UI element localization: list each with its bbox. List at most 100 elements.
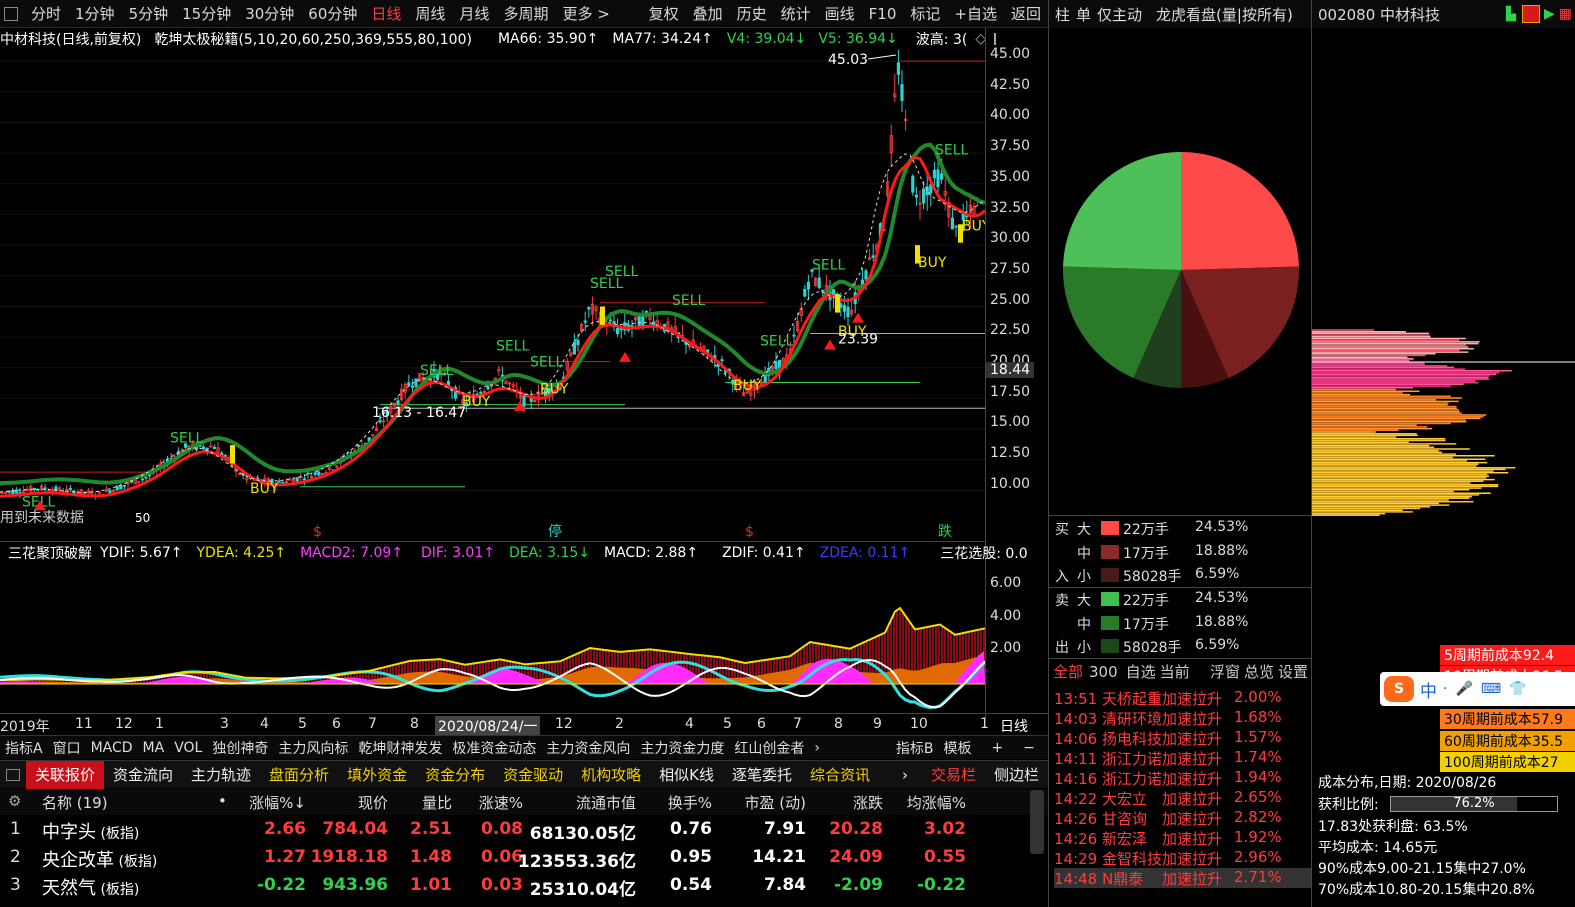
col-pe[interactable]: 市盈 (动) xyxy=(745,792,806,813)
settings[interactable]: 设置 xyxy=(1278,661,1308,682)
col-vol-ratio[interactable]: 量比 xyxy=(422,792,452,813)
period-tab[interactable]: 周线 xyxy=(408,3,452,24)
dragon-tiger-view[interactable]: 龙虎看盘(量|按所有) xyxy=(1156,4,1293,25)
alert-item[interactable]: 14:48 N鼎泰 加速拉升 2.71% xyxy=(1054,868,1312,888)
overview[interactable]: 总览 xyxy=(1244,661,1274,682)
alert-item[interactable]: 14:26 甘咨询 加速拉升 2.82% xyxy=(1054,808,1314,828)
table-scrollbar[interactable] xyxy=(1030,790,1044,854)
red-box-icon[interactable] xyxy=(1521,5,1540,23)
tool-stats[interactable]: 统计 xyxy=(774,3,818,24)
col-avg[interactable]: 均涨幅% xyxy=(907,792,966,813)
tool-f10[interactable]: F10 xyxy=(862,5,904,23)
event-marker[interactable]: 停 xyxy=(548,523,562,540)
col-price[interactable]: 现价 xyxy=(358,792,388,813)
event-marker[interactable]: $ xyxy=(745,524,754,540)
indicator-name[interactable]: 三花聚顶破解 xyxy=(8,543,92,563)
ind-tab-b[interactable]: 指标B xyxy=(891,738,939,758)
ind-tab[interactable]: 红山创金者 xyxy=(729,738,809,758)
menu-icon[interactable] xyxy=(4,6,18,21)
mode-active-only[interactable]: 仅主动 xyxy=(1097,4,1142,25)
ime-toolbar[interactable]: S 中 · 🎤 ⌨ 👕 xyxy=(1380,672,1575,706)
minimize-icon[interactable] xyxy=(6,768,20,781)
settings-gear-icon[interactable]: ⚙ xyxy=(8,792,21,810)
col-change[interactable]: 涨幅%↓ xyxy=(249,792,306,813)
alert-item[interactable]: 14:22 大宏立 加速拉升 2.65% xyxy=(1054,788,1314,808)
ind-tab[interactable]: 极准资金动态 xyxy=(447,738,541,758)
tab-related-quote[interactable]: 关联报价 xyxy=(26,760,105,789)
col-speed[interactable]: 涨速% xyxy=(479,792,523,813)
tab-next-icon[interactable]: › xyxy=(893,761,917,789)
float-window[interactable]: 浮窗 xyxy=(1210,661,1240,682)
table-row[interactable]: 1 中字头 (板指) 2.66 784.04 2.51 0.08 68130.05亿 0.76… xyxy=(0,816,1048,844)
tool-overlay[interactable]: 叠加 xyxy=(686,3,730,24)
ime-punct[interactable]: · xyxy=(1443,681,1447,697)
period-tab[interactable]: 多周期 xyxy=(496,3,555,24)
alert-item[interactable]: 14:03 清研环境 加速拉升 1.68% xyxy=(1054,708,1314,728)
ind-tab[interactable]: 主力资金风向 xyxy=(541,738,635,758)
indicator-title[interactable]: 乾坤太极秘籍(5,10,20,60,250,369,555,80,100) xyxy=(154,29,472,49)
mode-single[interactable]: 单 xyxy=(1076,4,1091,25)
alert-item[interactable]: 14:11 浙江力诺 加速拉升 1.74% xyxy=(1054,748,1314,768)
keyboard-icon[interactable]: ⌨ xyxy=(1481,681,1501,697)
tab-sidebar[interactable]: 侧边栏 xyxy=(985,761,1048,789)
tab-capital-flow[interactable]: 资金流向 xyxy=(104,761,182,789)
ind-tab[interactable]: 主力资金力度 xyxy=(635,738,729,758)
skin-icon[interactable]: 👕 xyxy=(1509,681,1526,697)
color-icon[interactable]: ▦ xyxy=(1559,6,1572,22)
filter-current[interactable]: 当前 xyxy=(1160,661,1190,682)
tool-fuquan[interactable]: 复权 xyxy=(642,3,686,24)
kline-chart[interactable]: SELLSELLSELLSELLSELLSELLSELLSELLSELLSELL… xyxy=(0,50,985,540)
ind-tab[interactable]: VOL xyxy=(169,740,207,756)
tab-news[interactable]: 综合资讯 xyxy=(801,761,879,789)
period-tab[interactable]: 15分钟 xyxy=(175,3,238,24)
tab-main-track[interactable]: 主力轨迹 xyxy=(182,761,260,789)
period-tab[interactable]: 5分钟 xyxy=(122,3,176,24)
tab-institution[interactable]: 机构攻略 xyxy=(572,761,650,789)
event-marker[interactable]: 跌 xyxy=(938,524,952,540)
stock-code-title[interactable]: 002080 中材科技 xyxy=(1318,4,1440,25)
tab-trade-bar[interactable]: 交易栏 xyxy=(922,761,985,789)
row-name[interactable]: 天然气 (板指) xyxy=(42,874,139,900)
ind-tab[interactable]: 主力风向标 xyxy=(273,738,353,758)
period-tab[interactable]: 30分钟 xyxy=(238,3,301,24)
flag-icon[interactable]: ▙ xyxy=(1506,7,1516,22)
table-row[interactable]: 2 央企改革 (板指) 1.27 1918.18 1.48 0.06 123553.36亿 0… xyxy=(0,844,1048,872)
tool-back[interactable]: 返回 xyxy=(1004,3,1048,24)
tab-market-analysis[interactable]: 盘面分析 xyxy=(260,761,338,789)
tab-capital-dist[interactable]: 资金分布 xyxy=(416,761,494,789)
tool-history[interactable]: 历史 xyxy=(730,3,774,24)
col-diff[interactable]: 涨跌 xyxy=(853,792,883,813)
ime-chinese[interactable]: 中 xyxy=(1420,677,1437,702)
row-name[interactable]: 中字头 (板指) xyxy=(42,818,139,844)
row-name[interactable]: 央企改革 (板指) xyxy=(42,846,157,872)
ind-template[interactable]: 模板 xyxy=(939,738,977,758)
tool-mark[interactable]: 标记 xyxy=(903,3,947,24)
ind-tab[interactable]: 乾坤财神发发 xyxy=(353,738,447,758)
stock-title[interactable]: 中材科技(日线,前复权) xyxy=(0,29,141,49)
table-row[interactable]: 3 天然气 (板指) -0.22 943.96 1.01 0.03 25310.04亿 0.5… xyxy=(0,872,1048,900)
mode-bar[interactable]: 柱 xyxy=(1055,4,1070,25)
tool-add-watch[interactable]: +自选 xyxy=(947,3,1004,24)
filter-all[interactable]: 全部 xyxy=(1053,661,1083,682)
period-tab-daily[interactable]: 日线 xyxy=(364,3,408,24)
more-periods[interactable]: 更多 > xyxy=(555,3,616,24)
col-name[interactable]: 名称 (19) xyxy=(42,792,108,813)
alert-item[interactable]: 14:16 浙江力诺 加速拉升 1.94% xyxy=(1054,768,1314,788)
play-icon[interactable]: ▶ xyxy=(1544,6,1555,22)
ind-tab[interactable]: 独创神奇 xyxy=(207,738,273,758)
tool-draw[interactable]: 画线 xyxy=(818,3,862,24)
event-marker[interactable]: $ xyxy=(313,524,322,540)
period-tab[interactable]: 月线 xyxy=(452,3,496,24)
alert-item[interactable]: 13:51 天桥起重 加速拉升 2.00% xyxy=(1054,688,1314,708)
tab-capital-drive[interactable]: 资金驱动 xyxy=(494,761,572,789)
tab-foreign-capital[interactable]: 填外资金 xyxy=(338,761,416,789)
tab-similar-k[interactable]: 相似K线 xyxy=(650,761,723,789)
filter-watch[interactable]: 自选 xyxy=(1126,661,1156,682)
filter-300[interactable]: 300 xyxy=(1089,663,1118,681)
indicator-chart[interactable] xyxy=(0,563,985,713)
ind-tab[interactable]: MACD xyxy=(86,740,138,756)
ind-remove[interactable]: − xyxy=(1018,740,1040,756)
ind-tabs-next[interactable]: › xyxy=(809,740,825,756)
period-tab[interactable]: 分时 xyxy=(24,3,68,24)
col-cap[interactable]: 流通市值 xyxy=(576,792,636,813)
